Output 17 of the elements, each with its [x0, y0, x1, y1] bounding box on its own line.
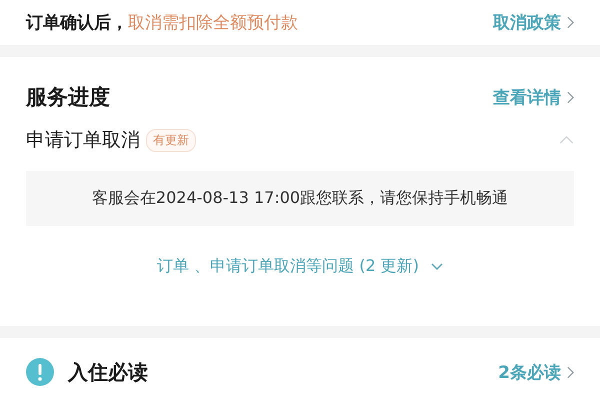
policy-text: 订单确认后， — [26, 12, 128, 34]
chevron-right-icon — [567, 366, 574, 378]
view-details-link[interactable]: 查看详情 — [493, 86, 574, 108]
must-read-link[interactable]: 2条必读 — [498, 360, 574, 384]
chevron-right-icon — [567, 90, 574, 104]
section-title: 入住必读 — [68, 358, 148, 386]
cancel-policy-link[interactable]: 取消政策 — [493, 11, 574, 34]
section-title: 服务进度 — [26, 84, 110, 111]
progress-item-title: 申请订单取消 — [26, 128, 140, 153]
message-box: 客服会在2024-08-13 17:00跟您联系，请您保持手机畅通 — [26, 171, 574, 226]
more-issues-link[interactable]: 订单 、申请订单取消等问题 (2 更新) — [157, 256, 443, 277]
chevron-down-icon — [430, 263, 443, 270]
update-badge: 有更新 — [146, 128, 196, 152]
penalty-text: 取消需扣除全额预付款 — [128, 12, 298, 34]
alert-icon — [26, 358, 54, 386]
collapse-icon[interactable] — [559, 136, 574, 144]
chevron-right-icon — [567, 16, 574, 29]
